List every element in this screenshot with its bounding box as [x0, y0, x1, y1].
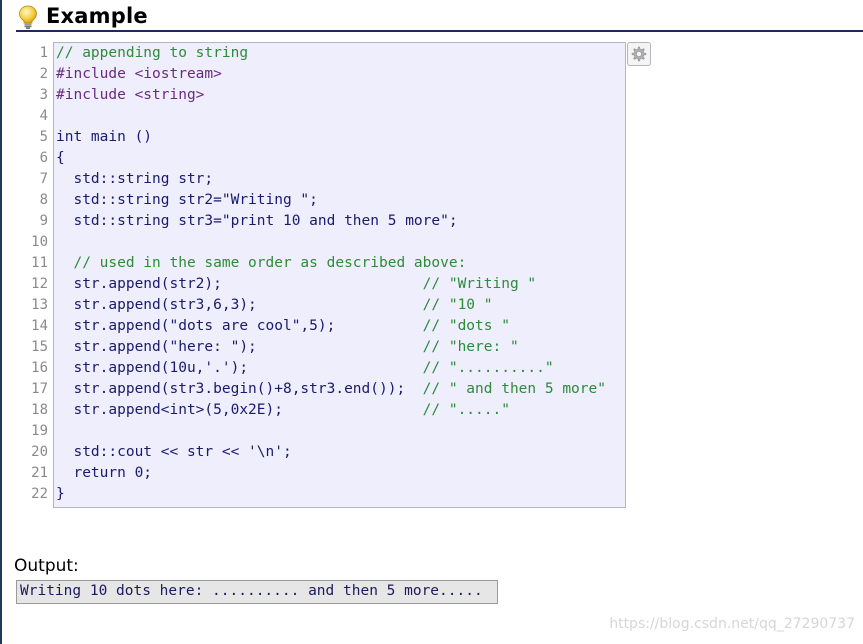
code-statement: str.append("dots are cool",5); [56, 318, 423, 334]
line-number: 7 [39, 171, 48, 187]
code-line: std::string str3="print 10 and then 5 mo… [56, 213, 458, 229]
line-number: 2 [39, 66, 48, 82]
line-number: 17 [31, 381, 48, 397]
line-number: 9 [39, 213, 48, 229]
line-number: 4 [39, 108, 48, 124]
example-heading: Example [16, 3, 863, 32]
code-line: // appending to string [56, 45, 249, 61]
code-comment: // ".........." [422, 360, 554, 376]
line-number: 3 [39, 87, 48, 103]
code-line: str.append<int>(5,0x2E); // "....." [56, 400, 510, 421]
code-line: #include <string> [56, 87, 205, 103]
code-statement: str.append("here: "); [56, 339, 423, 355]
line-number: 14 [31, 318, 48, 334]
code-line: str.append("here: "); // "here: " [56, 337, 519, 358]
code-line: str.append(str3,6,3); // "10 " [56, 295, 493, 316]
gear-icon [631, 46, 647, 62]
code-line: str.append("dots are cool",5); // "dots … [56, 316, 510, 337]
code-statement: str.append(str3.begin()+8,str3.end()); [56, 381, 423, 397]
line-number: 13 [31, 297, 48, 313]
code-line: int main () [56, 129, 153, 145]
code-comment: // "....." [422, 402, 510, 418]
code-statement: str.append(str3,6,3); [56, 297, 423, 313]
code-line: // used in the same order as described a… [56, 255, 467, 271]
code-line: str.append(10u,'.'); // ".........." [56, 358, 554, 379]
line-number: 19 [31, 423, 48, 439]
output-box: Writing 10 dots here: .......... and the… [16, 580, 498, 604]
line-number: 18 [31, 402, 48, 418]
code-statement: str.append(str2); [56, 276, 423, 292]
code-line: std::cout << str << '\n'; [56, 444, 292, 460]
code-line: std::string str; [56, 171, 214, 187]
code-statement: str.append<int>(5,0x2E); [56, 402, 423, 418]
lightbulb-icon [19, 5, 37, 29]
code-editor[interactable]: // appending to string #include <iostream… [53, 42, 626, 508]
code-line: return 0; [56, 465, 153, 481]
code-comment: // "here: " [422, 339, 519, 355]
page: Example 1 2 3 4 5 6 7 8 9 10 11 12 13 14 15 16 17 18 19 20 2… [0, 0, 863, 644]
code-options-button[interactable] [627, 42, 651, 66]
line-number: 11 [31, 255, 48, 271]
page-title: Example [46, 4, 148, 28]
code-statement: str.append(10u,'.'); [56, 360, 423, 376]
left-border [0, 0, 2, 644]
code-line: std::string str2="Writing "; [56, 192, 318, 208]
line-number: 6 [39, 150, 48, 166]
code-comment: // "dots " [422, 318, 510, 334]
line-number: 21 [31, 465, 48, 481]
line-number: 8 [39, 192, 48, 208]
line-number: 15 [31, 339, 48, 355]
line-number: 22 [31, 486, 48, 502]
code-line: str.append(str3.begin()+8,str3.end()); /… [56, 379, 606, 400]
code-comment: // " and then 5 more" [422, 381, 606, 397]
output-text: Writing 10 dots here: .......... and the… [20, 583, 483, 599]
line-number: 1 [39, 45, 48, 61]
line-number: 5 [39, 129, 48, 145]
line-number: 12 [31, 276, 48, 292]
code-comment: // "10 " [422, 297, 493, 313]
code-line: str.append(str2); // "Writing " [56, 274, 536, 295]
code-line: { [56, 150, 65, 166]
code-line: } [56, 486, 65, 502]
line-number: 16 [31, 360, 48, 376]
code-comment: // "Writing " [422, 276, 537, 292]
code-line: #include <iostream> [56, 66, 222, 82]
line-number: 20 [31, 444, 48, 460]
output-label: Output: [14, 556, 79, 576]
line-number: 10 [31, 234, 48, 250]
line-number-gutter: 1 2 3 4 5 6 7 8 9 10 11 12 13 14 15 16 17 18 19 20 21 22 [14, 43, 50, 505]
watermark: https://blog.csdn.net/qq_27290737 [609, 616, 855, 632]
